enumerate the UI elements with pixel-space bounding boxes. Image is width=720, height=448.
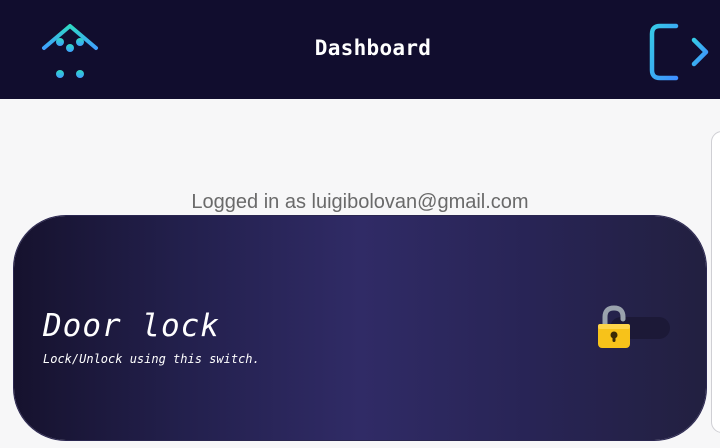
- padlock-icon: [596, 304, 632, 350]
- page-title: Dashboard: [314, 36, 432, 60]
- door-lock-switch[interactable]: [596, 304, 676, 352]
- side-panel-edge: [711, 131, 720, 433]
- logout-icon[interactable]: [646, 20, 710, 84]
- app-header: Dashboard: [0, 0, 720, 99]
- door-lock-subtitle: Lock/Unlock using this switch.: [43, 352, 260, 366]
- door-lock-card: Door lock Lock/Unlock using this switch.: [14, 216, 706, 440]
- logged-in-status: Logged in as luigibolovan@gmail.com: [191, 191, 529, 213]
- door-lock-title: Door lock: [43, 308, 220, 344]
